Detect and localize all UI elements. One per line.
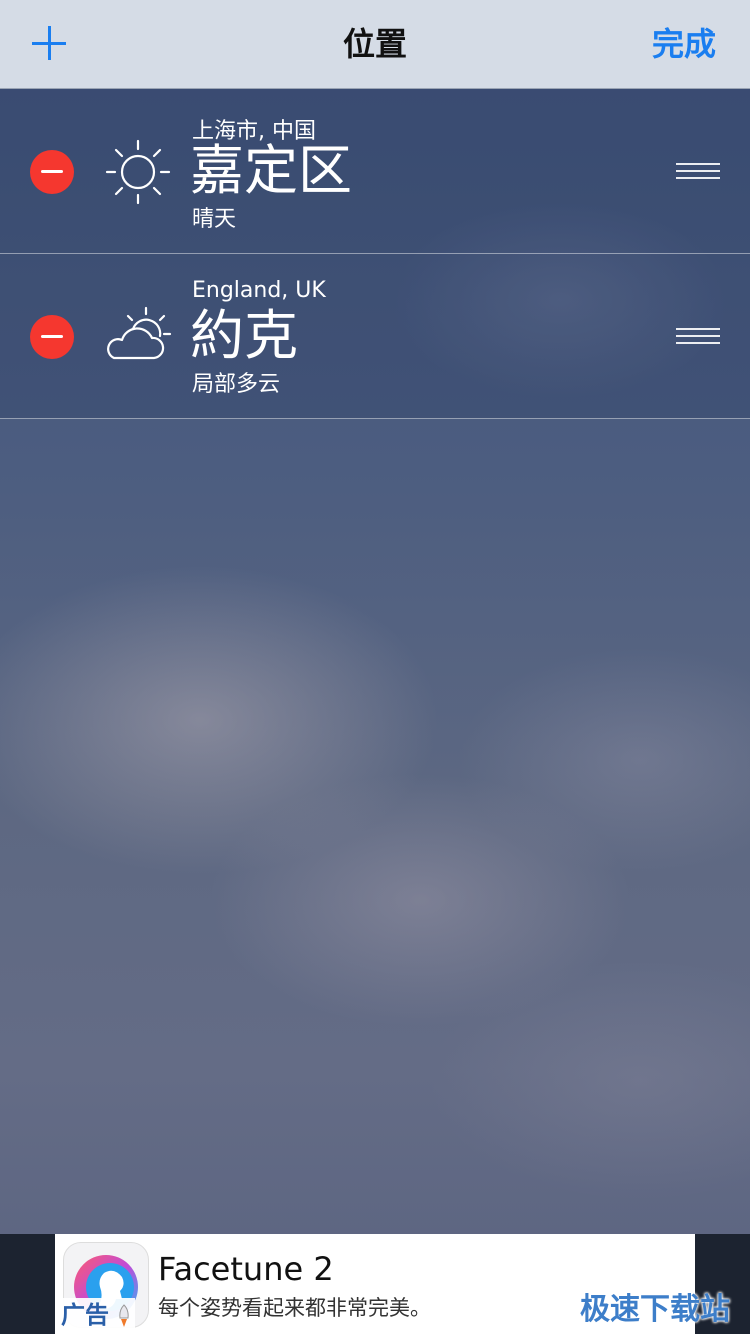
partly-cloudy-icon bbox=[107, 306, 172, 360]
add-location-button[interactable] bbox=[28, 22, 72, 66]
done-button[interactable]: 完成 bbox=[652, 0, 716, 88]
ad-title: Facetune 2 bbox=[158, 1250, 334, 1288]
sun-icon bbox=[105, 139, 171, 205]
watermark: 极速下载站 bbox=[580, 1292, 730, 1327]
weather-condition: 局部多云 bbox=[192, 372, 281, 397]
delete-location-button[interactable] bbox=[30, 315, 74, 359]
location-region: England, UK bbox=[192, 278, 326, 303]
location-city: 約克 bbox=[190, 304, 298, 367]
ad-label-text: 广告 bbox=[61, 1301, 109, 1329]
page-title: 位置 bbox=[342, 25, 407, 63]
location-row[interactable]: 上海市, 中国 嘉定区 晴天 bbox=[0, 89, 750, 254]
weather-locations-screen: 位置 完成 上海市, 中国 嘉定区 晴天 England, UK 約克 局部多云… bbox=[0, 0, 750, 1334]
location-list: 上海市, 中国 嘉定区 晴天 England, UK 約克 局部多云 bbox=[0, 89, 750, 419]
delete-location-button[interactable] bbox=[30, 150, 74, 194]
rocket-icon bbox=[119, 1304, 130, 1327]
ad-label-badge: 广告 bbox=[57, 1298, 136, 1332]
location-row[interactable]: England, UK 約克 局部多云 bbox=[0, 254, 750, 419]
location-city: 嘉定区 bbox=[190, 139, 352, 202]
reorder-handle-icon[interactable] bbox=[676, 163, 720, 181]
reorder-handle-icon[interactable] bbox=[676, 328, 720, 346]
weather-condition: 晴天 bbox=[192, 207, 237, 232]
ad-subtitle: 每个姿势看起来都非常完美。 bbox=[158, 1296, 431, 1320]
navigation-bar: 位置 完成 bbox=[0, 0, 750, 89]
